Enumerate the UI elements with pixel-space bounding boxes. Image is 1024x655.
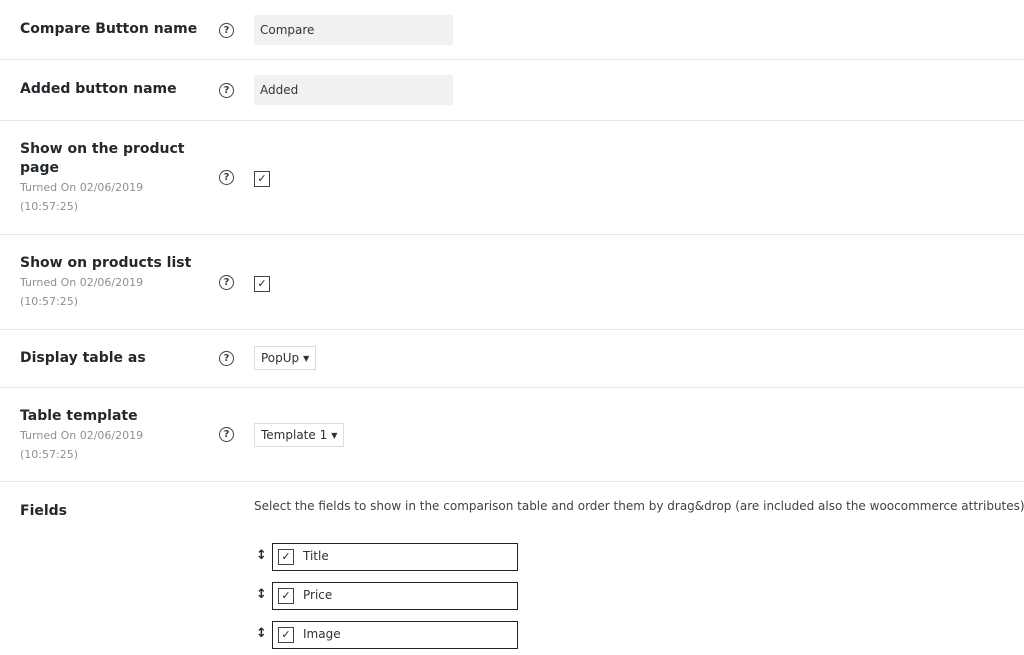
drag-handle-icon[interactable]: ↕ xyxy=(256,626,267,641)
table-template-label: Table template Turned On 02/06/2019 (10:… xyxy=(20,407,195,464)
show-on-product-page-note: Turned On 02/06/2019 (10:57:25) xyxy=(20,181,144,213)
added-button-name-input[interactable] xyxy=(254,75,453,105)
display-table-as-label: Display table as xyxy=(20,350,146,366)
divider xyxy=(0,234,1024,235)
field-box: ✓ Image xyxy=(272,621,518,649)
help-icon[interactable]: ? xyxy=(219,170,234,185)
divider xyxy=(0,387,1024,388)
display-table-as-value: PopUp xyxy=(261,351,300,365)
help-icon[interactable]: ? xyxy=(219,351,234,366)
field-price-name: Price xyxy=(303,588,333,602)
table-template-select[interactable]: Template 1 ▼ xyxy=(254,423,345,447)
field-box: ✓ Title xyxy=(272,543,518,571)
show-on-products-list-label: Show on products list Turned On 02/06/20… xyxy=(20,254,195,311)
added-button-name-label: Added button name xyxy=(20,81,177,97)
field-title-name: Title xyxy=(303,549,329,563)
show-on-product-page-checkbox[interactable]: ✓ xyxy=(254,171,270,187)
caret-down-icon: ▼ xyxy=(303,354,310,363)
field-image-checkbox[interactable]: ✓ xyxy=(278,627,294,643)
field-title-checkbox[interactable]: ✓ xyxy=(278,549,294,565)
show-on-products-list-note: Turned On 02/06/2019 (10:57:25) xyxy=(20,276,144,308)
compare-button-name-label: Compare Button name xyxy=(20,21,198,37)
divider xyxy=(0,59,1024,60)
divider xyxy=(0,329,1024,330)
field-box: ✓ Price xyxy=(272,582,518,610)
show-on-product-page-title: Show on the product page xyxy=(20,141,185,176)
field-image-name: Image xyxy=(303,627,341,641)
table-template-value: Template 1 xyxy=(261,428,328,442)
compare-button-name-input[interactable] xyxy=(254,15,453,45)
table-template-title: Table template xyxy=(20,408,138,424)
field-price-checkbox[interactable]: ✓ xyxy=(278,588,294,604)
help-icon[interactable]: ? xyxy=(219,427,234,442)
drag-handle-icon[interactable]: ↕ xyxy=(256,587,267,602)
divider xyxy=(0,120,1024,121)
drag-handle-icon[interactable]: ↕ xyxy=(256,548,267,563)
display-table-as-select[interactable]: PopUp ▼ xyxy=(254,346,317,370)
fields-label: Fields xyxy=(20,503,68,519)
help-icon[interactable]: ? xyxy=(219,23,234,38)
show-on-products-list-checkbox[interactable]: ✓ xyxy=(254,276,270,292)
fields-description: Select the fields to show in the compari… xyxy=(254,499,1024,513)
show-on-products-list-title: Show on products list xyxy=(20,255,192,271)
table-template-note: Turned On 02/06/2019 (10:57:25) xyxy=(20,429,144,461)
help-icon[interactable]: ? xyxy=(219,83,234,98)
help-icon[interactable]: ? xyxy=(219,275,234,290)
divider xyxy=(0,481,1024,482)
caret-down-icon: ▼ xyxy=(331,431,338,440)
show-on-product-page-label: Show on the product page Turned On 02/06… xyxy=(20,140,195,216)
